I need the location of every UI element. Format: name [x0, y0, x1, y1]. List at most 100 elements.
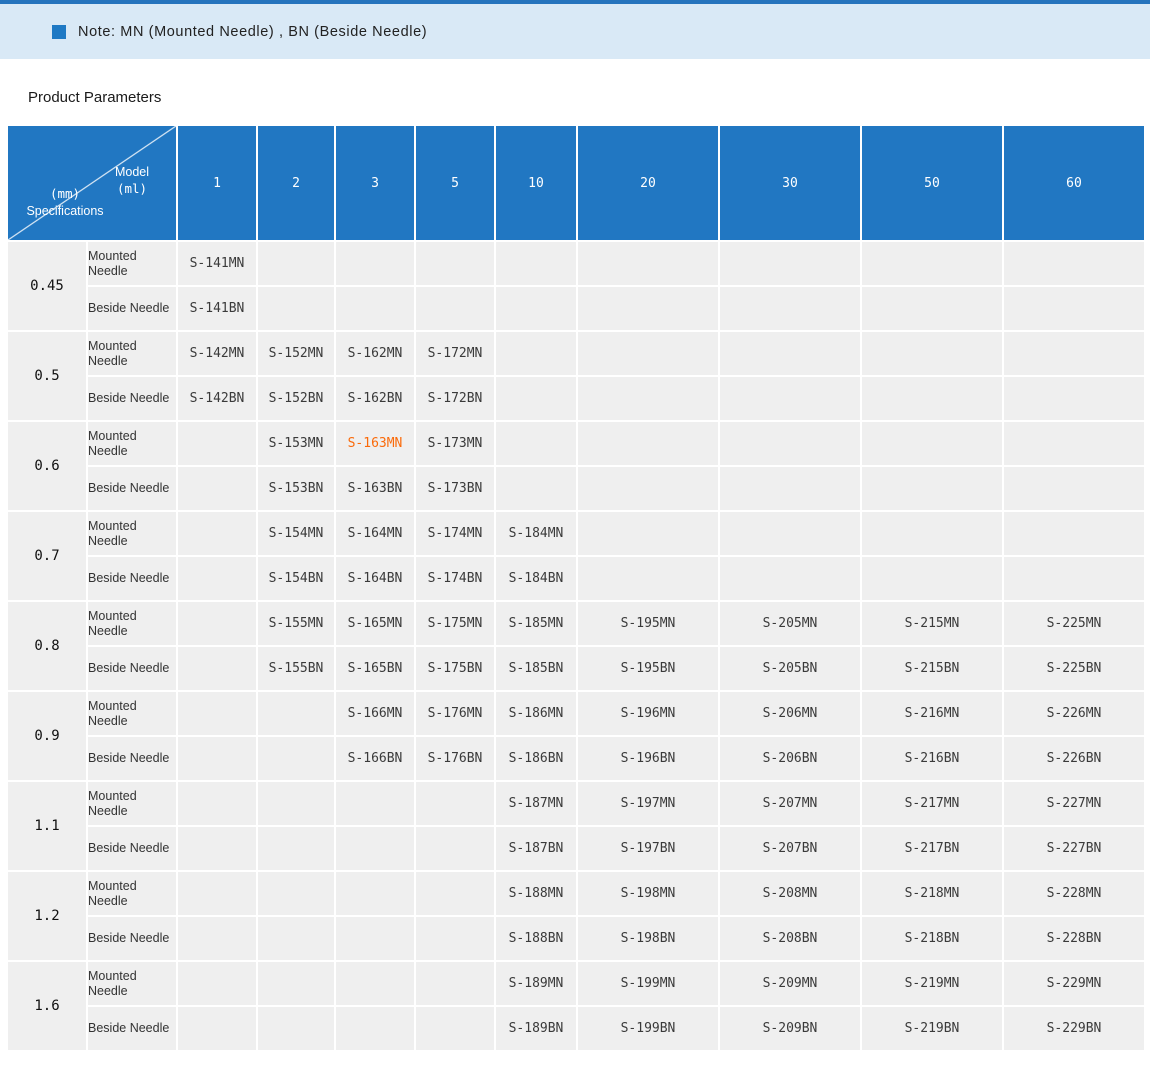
needle-type-label: Beside Needle [88, 377, 176, 420]
model-cell [578, 422, 718, 465]
needle-type-label: Mounted Needle [88, 332, 176, 375]
note-bullet-icon [52, 25, 66, 39]
model-cell: S-195BN [578, 647, 718, 690]
model-cell: S-188MN [496, 872, 576, 915]
model-cell: S-227BN [1004, 827, 1144, 870]
model-cell [862, 422, 1002, 465]
model-cell [578, 467, 718, 510]
model-cell [258, 917, 334, 960]
model-cell [258, 962, 334, 1005]
model-cell: S-142MN [178, 332, 256, 375]
model-cell: S-199MN [578, 962, 718, 1005]
model-cell [862, 287, 1002, 330]
needle-type-label: Mounted Needle [88, 512, 176, 555]
model-cell: S-216MN [862, 692, 1002, 735]
model-cell: S-195MN [578, 602, 718, 645]
table-row-mounted-0.7: 0.7Mounted NeedleS-154MNS-164MNS-174MNS-… [8, 512, 1144, 555]
model-cell: S-185MN [496, 602, 576, 645]
page: Note: MN (Mounted Needle) , BN (Beside N… [0, 0, 1150, 1052]
table-body: 0.45Mounted NeedleS-141MNBeside NeedleS-… [8, 242, 1144, 1050]
highlighted-model-cell[interactable]: S-163MN [336, 422, 414, 465]
model-cell [178, 782, 256, 825]
model-cell [720, 467, 860, 510]
model-cell: S-155MN [258, 602, 334, 645]
model-cell: S-196BN [578, 737, 718, 780]
model-cell: S-165MN [336, 602, 414, 645]
model-cell: S-207MN [720, 782, 860, 825]
needle-type-label: Beside Needle [88, 917, 176, 960]
model-cell: S-175BN [416, 647, 494, 690]
table-row-beside-0.8: Beside NeedleS-155BNS-165BNS-175BNS-185B… [8, 647, 1144, 690]
model-cell: S-218BN [862, 917, 1002, 960]
model-cell [336, 917, 414, 960]
model-cell [496, 377, 576, 420]
model-cell: S-209MN [720, 962, 860, 1005]
model-cell [258, 1007, 334, 1050]
model-cell: S-215BN [862, 647, 1002, 690]
table-row-beside-0.6: Beside NeedleS-153BNS-163BNS-173BN [8, 467, 1144, 510]
column-header-2: 2 [258, 126, 334, 240]
model-cell: S-152MN [258, 332, 334, 375]
model-cell: S-174BN [416, 557, 494, 600]
model-cell [416, 1007, 494, 1050]
table-row-mounted-0.9: 0.9Mounted NeedleS-166MNS-176MNS-186MNS-… [8, 692, 1144, 735]
model-cell: S-207BN [720, 827, 860, 870]
model-cell [496, 287, 576, 330]
spec-cell: 0.5 [8, 332, 86, 420]
model-cell: S-225BN [1004, 647, 1144, 690]
model-cell: S-162MN [336, 332, 414, 375]
model-cell: S-166BN [336, 737, 414, 780]
model-cell: S-186MN [496, 692, 576, 735]
model-cell [178, 1007, 256, 1050]
model-cell: S-197MN [578, 782, 718, 825]
model-cell: S-226MN [1004, 692, 1144, 735]
table-row-mounted-0.8: 0.8Mounted NeedleS-155MNS-165MNS-175MNS-… [8, 602, 1144, 645]
model-cell [720, 242, 860, 285]
model-cell [178, 962, 256, 1005]
model-cell [720, 512, 860, 555]
model-cell [178, 512, 256, 555]
column-header-5: 5 [416, 126, 494, 240]
needle-type-label: Mounted Needle [88, 242, 176, 285]
model-cell: S-196MN [578, 692, 718, 735]
table-row-beside-0.7: Beside NeedleS-154BNS-164BNS-174BNS-184B… [8, 557, 1144, 600]
model-cell [578, 557, 718, 600]
model-cell [416, 242, 494, 285]
model-cell [258, 737, 334, 780]
model-cell: S-173BN [416, 467, 494, 510]
needle-type-label: Beside Needle [88, 737, 176, 780]
model-cell: S-176MN [416, 692, 494, 735]
model-cell [178, 917, 256, 960]
model-cell [258, 242, 334, 285]
spec-cell: 0.7 [8, 512, 86, 600]
model-cell: S-206MN [720, 692, 860, 735]
corner-spec-label: (mm) Specifications [10, 186, 120, 220]
model-cell: S-154MN [258, 512, 334, 555]
model-cell: S-175MN [416, 602, 494, 645]
model-cell: S-186BN [496, 737, 576, 780]
needle-type-label: Beside Needle [88, 557, 176, 600]
needle-type-label: Beside Needle [88, 467, 176, 510]
model-cell: S-166MN [336, 692, 414, 735]
model-cell: S-218MN [862, 872, 1002, 915]
model-cell [336, 287, 414, 330]
table-row-beside-0.45: Beside NeedleS-141BN [8, 287, 1144, 330]
model-cell: S-208MN [720, 872, 860, 915]
model-cell: S-198BN [578, 917, 718, 960]
model-cell: S-228BN [1004, 917, 1144, 960]
product-parameters-table: Model (ml) (mm) Specifications 123510203… [6, 124, 1146, 1052]
model-cell: S-154BN [258, 557, 334, 600]
corner-header: Model (ml) (mm) Specifications [8, 126, 176, 240]
model-cell [720, 332, 860, 375]
table-row-beside-1.6: Beside NeedleS-189BNS-199BNS-209BNS-219B… [8, 1007, 1144, 1050]
needle-type-label: Beside Needle [88, 1007, 176, 1050]
model-cell [862, 467, 1002, 510]
model-cell [720, 377, 860, 420]
model-cell [720, 557, 860, 600]
model-cell [178, 827, 256, 870]
model-cell [1004, 287, 1144, 330]
model-cell: S-142BN [178, 377, 256, 420]
model-cell [416, 962, 494, 1005]
model-cell: S-176BN [416, 737, 494, 780]
needle-type-label: Mounted Needle [88, 422, 176, 465]
